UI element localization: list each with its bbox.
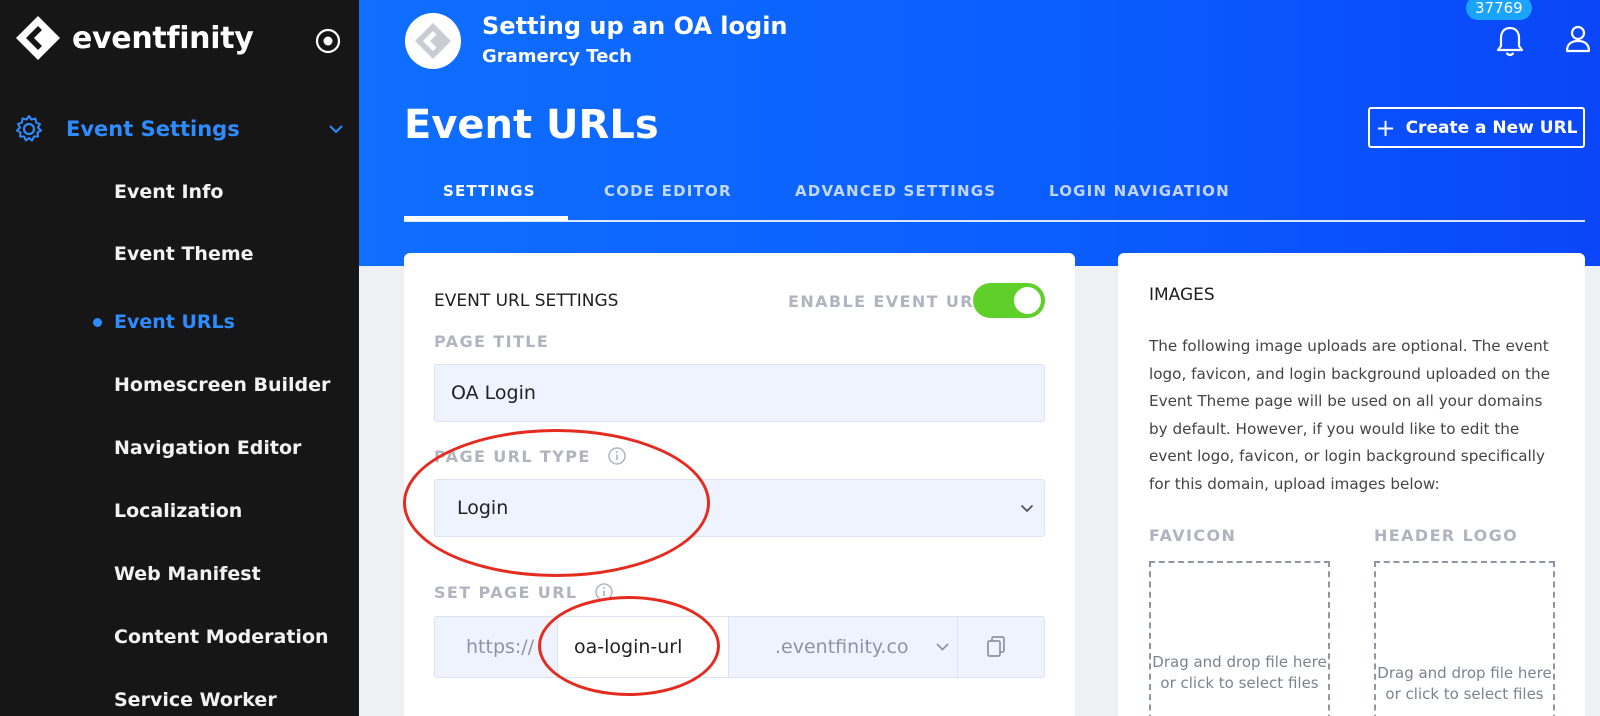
sidebar-item-navigation-editor[interactable]: Navigation Editor [114, 433, 301, 463]
header-logo-dropzone[interactable]: Drag and drop file here or click to sele… [1374, 561, 1555, 716]
active-tab-underline [404, 216, 568, 221]
gear-icon [16, 115, 42, 142]
sidebar-item-event-info[interactable]: Event Info [114, 177, 223, 207]
page-title-value: OA Login [451, 382, 536, 404]
images-card: IMAGES The following image uploads are o… [1118, 253, 1585, 716]
bell-icon[interactable] [1494, 24, 1526, 58]
page-title: Event URLs [404, 102, 659, 148]
header-logo-label: HEADER LOGO [1374, 526, 1519, 545]
images-description: The following image uploads are optional… [1149, 337, 1550, 493]
sidebar-item-event-theme[interactable]: Event Theme [114, 239, 254, 269]
dropzone-instruction: Drag and drop file here [1152, 653, 1327, 671]
toggle-knob [1014, 287, 1041, 314]
enable-event-url-toggle[interactable] [973, 283, 1045, 318]
event-logo [405, 13, 461, 69]
brand-name: eventfinity [72, 20, 254, 56]
event-url-settings-card: EVENT URL SETTINGS ENABLE EVENT URL PAGE… [404, 253, 1075, 716]
page-title-input[interactable]: OA Login [434, 364, 1045, 422]
chevron-down-icon [1020, 504, 1034, 513]
user-icon[interactable] [1565, 25, 1591, 53]
page-url-type-label: PAGE URL TYPE [434, 447, 591, 466]
brand-logo[interactable]: eventfinity [14, 14, 254, 62]
url-slug-value: oa-login-url [574, 636, 683, 658]
favicon-label: FAVICON [1149, 526, 1237, 545]
copy-url-button[interactable] [957, 617, 1045, 677]
dropzone-instruction-secondary: or click to select files [1160, 674, 1319, 692]
sidebar-item-event-urls[interactable]: Event URLs [114, 307, 235, 337]
images-heading: IMAGES [1149, 285, 1215, 305]
create-new-url-button[interactable]: + Create a New URL [1368, 107, 1585, 148]
tab-advanced-settings[interactable]: ADVANCED SETTINGS [795, 182, 996, 200]
tab-bar: SETTINGS CODE EDITOR ADVANCED SETTINGS L… [404, 172, 1585, 222]
eventfinity-logo-icon [16, 16, 60, 60]
domain-value: .eventfinity.co [775, 636, 909, 658]
event-logo-icon [415, 23, 451, 59]
sidebar: eventfinity Event Settings Event Info Ev… [0, 0, 359, 716]
chevron-down-icon [936, 643, 949, 651]
info-icon[interactable] [594, 583, 613, 601]
domain-select[interactable]: .eventfinity.co [729, 617, 957, 677]
tab-settings[interactable]: SETTINGS [443, 182, 536, 200]
url-slug-input[interactable]: oa-login-url [557, 617, 729, 677]
plus-icon: + [1375, 113, 1396, 142]
target-icon[interactable] [315, 28, 341, 54]
page-url-type-select[interactable]: Login [434, 479, 1045, 537]
event-name: Setting up an OA login [482, 12, 788, 40]
sidebar-item-content-moderation[interactable]: Content Moderation [114, 622, 329, 652]
chevron-down-icon [329, 125, 343, 134]
page-url-type-value: Login [457, 497, 509, 519]
create-new-url-label: Create a New URL [1405, 117, 1578, 138]
copy-icon [987, 636, 1005, 657]
dropzone-instruction-secondary: or click to select files [1385, 685, 1544, 703]
page-title-label: PAGE TITLE [434, 332, 550, 351]
enable-event-url-label: ENABLE EVENT URL [788, 292, 986, 311]
page-url-type-label-row: PAGE URL TYPE [434, 447, 626, 466]
sidebar-item-service-worker[interactable]: Service Worker [114, 685, 277, 715]
url-protocol-prefix: https:// [466, 636, 535, 658]
tab-login-navigation[interactable]: LOGIN NAVIGATION [1049, 182, 1230, 200]
notification-count-badge: 37769 [1466, 0, 1532, 20]
set-page-url-label: SET PAGE URL [434, 583, 578, 602]
dropzone-instruction: Drag and drop file here [1377, 664, 1552, 682]
sidebar-item-localization[interactable]: Localization [114, 496, 242, 526]
sidebar-section-label: Event Settings [66, 117, 240, 141]
info-icon[interactable] [607, 447, 626, 465]
sidebar-item-web-manifest[interactable]: Web Manifest [114, 559, 261, 589]
set-page-url-label-row: SET PAGE URL [434, 583, 613, 602]
tab-code-editor[interactable]: CODE EDITOR [604, 182, 732, 200]
active-indicator-dot [93, 318, 102, 327]
header: Setting up an OA login Gramercy Tech 377… [359, 0, 1600, 266]
sidebar-item-homescreen-builder[interactable]: Homescreen Builder [114, 370, 330, 400]
event-organization: Gramercy Tech [482, 46, 632, 67]
sidebar-section-event-settings[interactable]: Event Settings [14, 110, 344, 148]
favicon-dropzone[interactable]: Drag and drop file here or click to sele… [1149, 561, 1330, 716]
page-url-input-group: https:// oa-login-url .eventfinity.co [434, 616, 1045, 678]
card-heading: EVENT URL SETTINGS [434, 291, 619, 311]
